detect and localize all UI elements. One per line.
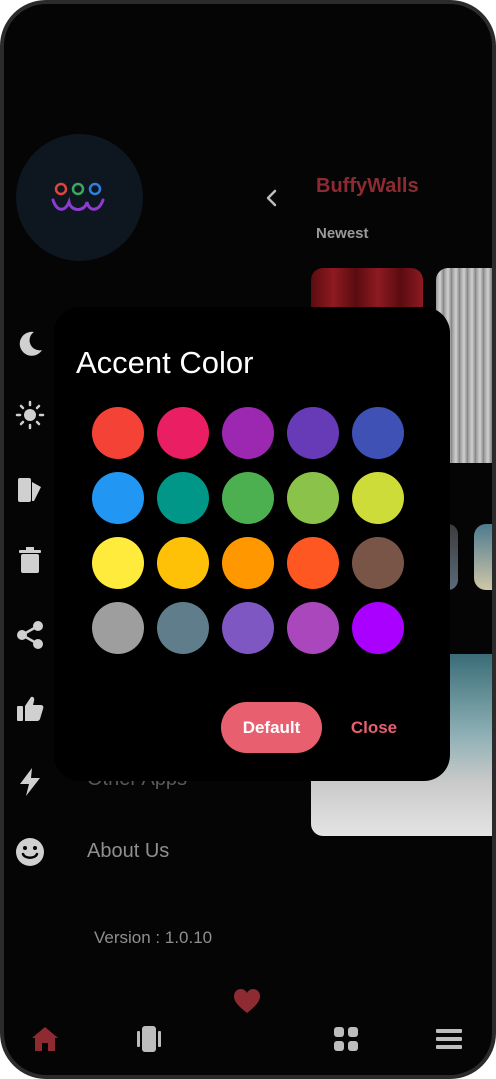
moon-icon[interactable] <box>14 328 46 360</box>
color-swatch[interactable] <box>92 537 144 589</box>
color-swatch[interactable] <box>157 537 209 589</box>
color-swatch[interactable] <box>352 407 404 459</box>
logo-icon <box>51 182 105 211</box>
grid-icon[interactable] <box>331 1024 361 1054</box>
color-swatch[interactable] <box>92 407 144 459</box>
trash-icon[interactable] <box>14 545 46 577</box>
home-icon[interactable] <box>30 1024 60 1054</box>
color-swatch[interactable] <box>157 407 209 459</box>
color-swatch[interactable] <box>222 472 274 524</box>
color-swatch[interactable] <box>352 472 404 524</box>
version-text: Version : 1.0.10 <box>94 928 213 947</box>
thumbs-up-icon[interactable] <box>14 693 46 725</box>
device-frame: BuffyWalls Newest About Us Version: 1.0… <box>0 0 496 1079</box>
section-title: Newest <box>316 225 369 242</box>
menu-icon[interactable] <box>434 1024 464 1054</box>
dialog-title: Accent Color <box>76 345 254 380</box>
color-swatch[interactable] <box>287 602 339 654</box>
color-swatch[interactable] <box>352 537 404 589</box>
color-swatch[interactable] <box>92 472 144 524</box>
theme-icon[interactable] <box>14 474 46 506</box>
color-swatch[interactable] <box>157 602 209 654</box>
color-swatch[interactable] <box>157 472 209 524</box>
color-swatch[interactable] <box>287 407 339 459</box>
screen: BuffyWalls Newest About Us Version: 1.0… <box>4 4 492 1075</box>
flash-icon[interactable] <box>14 766 46 798</box>
color-swatch[interactable] <box>222 537 274 589</box>
app-title: BuffyWalls <box>316 175 419 197</box>
brightness-icon[interactable] <box>14 399 46 431</box>
heart-icon <box>234 989 260 1013</box>
app-logo <box>16 134 143 261</box>
default-button[interactable]: Default <box>221 702 322 753</box>
color-swatch[interactable] <box>92 602 144 654</box>
chevron-left-icon[interactable] <box>260 186 284 210</box>
share-icon[interactable] <box>14 619 46 651</box>
close-button[interactable]: Close <box>344 702 404 753</box>
color-swatch[interactable] <box>287 472 339 524</box>
wallpaper-thumbnail[interactable] <box>474 524 492 590</box>
color-swatch[interactable] <box>222 602 274 654</box>
drawer-item-about-us[interactable]: About Us <box>87 840 169 863</box>
phone-icon[interactable] <box>134 1024 164 1054</box>
color-swatch[interactable] <box>222 407 274 459</box>
color-swatch[interactable] <box>287 537 339 589</box>
smiley-icon[interactable] <box>14 836 46 868</box>
color-swatch[interactable] <box>352 602 404 654</box>
accent-color-dialog: Accent Color Default Close <box>54 307 450 781</box>
